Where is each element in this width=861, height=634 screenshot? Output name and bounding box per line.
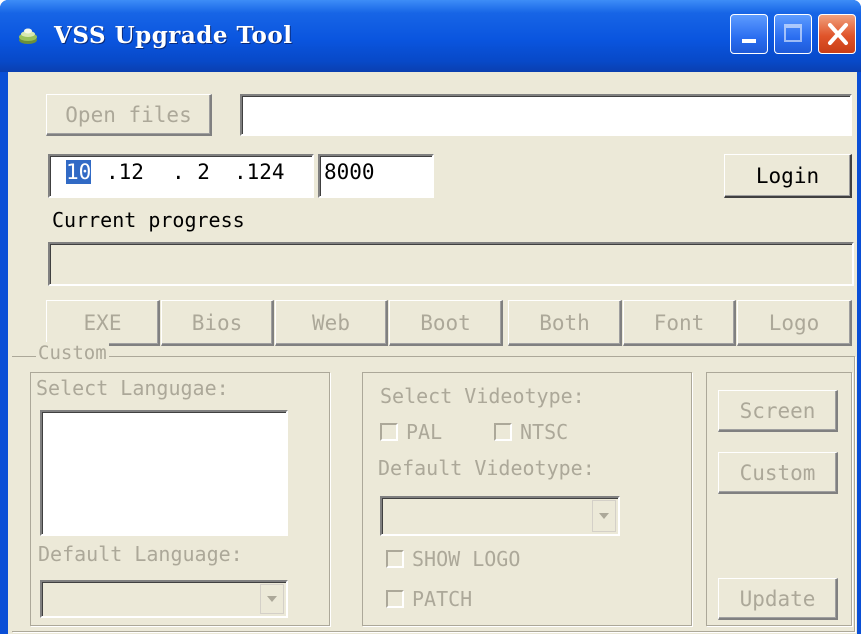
screen-button[interactable]: Screen — [718, 390, 838, 432]
close-button[interactable] — [818, 14, 856, 54]
ntsc-label: NTSC — [520, 420, 569, 444]
ip-address-field[interactable]: 10 .12 . 2 .124 — [48, 154, 314, 198]
ip-octet-4[interactable]: .124 — [234, 160, 285, 184]
port-value: 8000 — [324, 160, 375, 184]
both-button[interactable]: Both — [508, 300, 622, 346]
ip-octet-1[interactable]: 10 — [66, 160, 92, 184]
ntsc-checkbox[interactable] — [494, 423, 512, 441]
ip-octet-3[interactable]: . 2 — [172, 160, 210, 184]
pal-label: PAL — [406, 420, 443, 444]
bios-button[interactable]: Bios — [161, 300, 274, 346]
patch-checkbox[interactable] — [386, 590, 404, 608]
show-logo-label: SHOW LOGO — [412, 547, 521, 571]
patch-label: PATCH — [412, 587, 473, 611]
maximize-button[interactable] — [774, 14, 812, 54]
app-icon — [19, 28, 37, 44]
update-button[interactable]: Update — [718, 578, 838, 620]
close-icon — [828, 23, 848, 45]
logo-button[interactable]: Logo — [737, 300, 852, 346]
chevron-down-icon — [592, 500, 616, 532]
port-input[interactable]: 8000 — [318, 154, 434, 198]
show-logo-checkbox[interactable] — [386, 550, 404, 568]
default-language-label: Default Language: — [38, 542, 243, 566]
language-list[interactable] — [40, 410, 288, 536]
window-title: VSS Upgrade Tool — [54, 22, 293, 49]
custom-button[interactable]: Custom — [718, 452, 838, 494]
chevron-down-icon — [260, 584, 284, 614]
progress-label: Current progress — [52, 208, 245, 232]
custom-group-label: Custom — [36, 342, 109, 364]
minimize-button[interactable] — [730, 14, 768, 54]
default-videotype-dropdown[interactable] — [380, 496, 620, 536]
font-button[interactable]: Font — [623, 300, 736, 346]
boot-button[interactable]: Boot — [389, 300, 503, 346]
default-language-dropdown[interactable] — [40, 580, 288, 618]
minimize-icon — [742, 39, 756, 43]
default-videotype-label: Default Videotype: — [378, 456, 595, 480]
select-language-label: Select Langugae: — [36, 376, 229, 400]
file-path-input[interactable] — [240, 94, 852, 136]
pal-checkbox[interactable] — [380, 423, 398, 441]
open-files-button[interactable]: Open files — [46, 94, 212, 136]
client-area: Open files 10 .12 . 2 .124 8000 Login Cu… — [8, 72, 857, 634]
progress-bar — [48, 242, 854, 286]
select-videotype-label: Select Videotype: — [380, 384, 585, 408]
title-bar[interactable]: VSS Upgrade Tool — [0, 0, 861, 72]
maximize-icon — [784, 24, 802, 42]
app-window: VSS Upgrade Tool Open files 10 .12 . 2 .… — [0, 0, 861, 634]
ip-octet-2[interactable]: .12 — [106, 160, 144, 184]
login-button[interactable]: Login — [724, 154, 852, 198]
web-button[interactable]: Web — [275, 300, 388, 346]
exe-button[interactable]: EXE — [46, 300, 160, 346]
